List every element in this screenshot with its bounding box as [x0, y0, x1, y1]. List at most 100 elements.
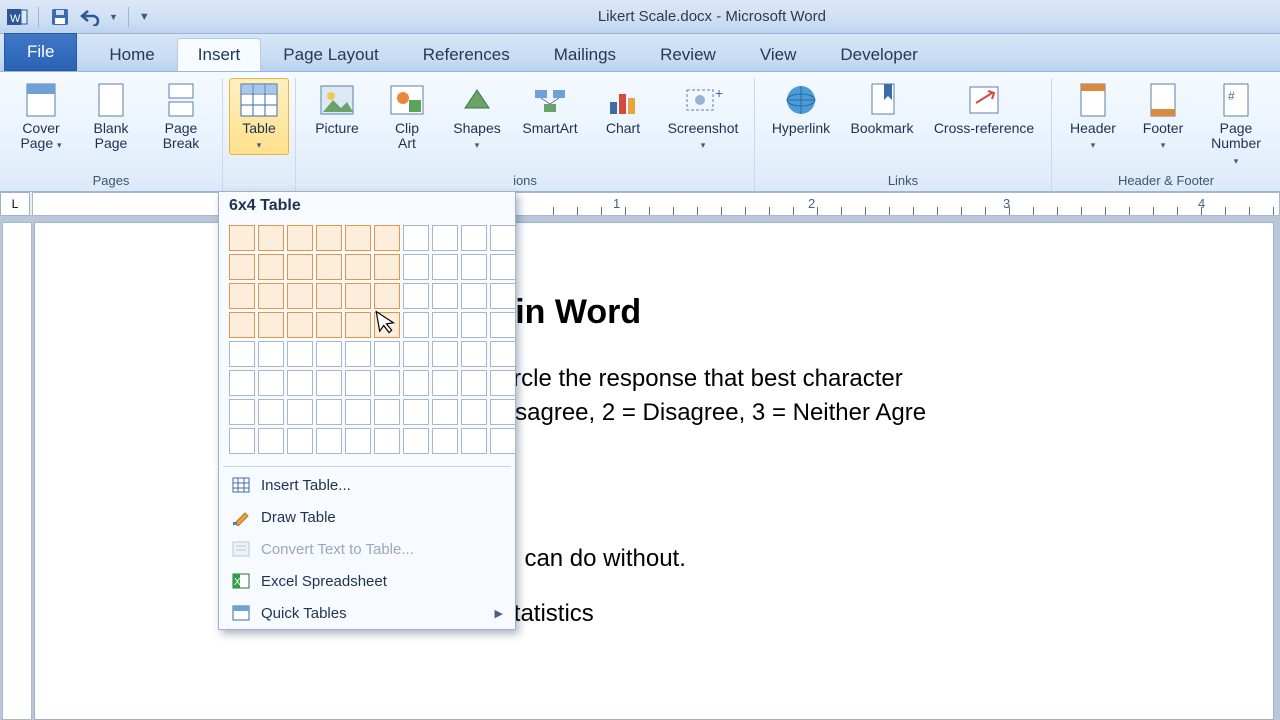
table-grid-cell[interactable]: [374, 341, 400, 367]
table-grid-cell[interactable]: [432, 399, 458, 425]
tab-page-layout[interactable]: Page Layout: [261, 39, 400, 71]
table-grid-cell[interactable]: [287, 370, 313, 396]
smartart-button[interactable]: SmartArt: [514, 78, 586, 139]
table-grid-cell[interactable]: [345, 370, 371, 396]
undo-caret-icon[interactable]: ▼: [109, 12, 118, 22]
table-grid-cell[interactable]: [258, 399, 284, 425]
table-grid-cell[interactable]: [461, 370, 487, 396]
table-grid-cell[interactable]: [345, 428, 371, 454]
table-grid-cell[interactable]: [432, 370, 458, 396]
table-grid-cell[interactable]: [403, 312, 429, 338]
table-grid-cell[interactable]: [316, 428, 342, 454]
insert-table-item[interactable]: Insert Table...: [219, 469, 515, 501]
table-grid-cell[interactable]: [345, 399, 371, 425]
table-grid-cell[interactable]: [316, 399, 342, 425]
table-grid-cell[interactable]: [490, 225, 516, 251]
tab-file[interactable]: File: [4, 33, 77, 71]
table-grid-cell[interactable]: [287, 399, 313, 425]
table-grid-cell[interactable]: [403, 428, 429, 454]
page-break-button[interactable]: Page Break: [148, 78, 214, 155]
picture-button[interactable]: Picture: [304, 78, 370, 139]
table-grid-cell[interactable]: [345, 312, 371, 338]
table-grid-cell[interactable]: [403, 225, 429, 251]
table-grid-cell[interactable]: [316, 254, 342, 280]
hyperlink-button[interactable]: Hyperlink: [763, 78, 839, 139]
draw-table-item[interactable]: Draw Table: [219, 501, 515, 533]
table-grid-cell[interactable]: [461, 399, 487, 425]
header-button[interactable]: Header▾: [1060, 78, 1126, 155]
table-grid-cell[interactable]: [229, 312, 255, 338]
table-grid-cell[interactable]: [258, 312, 284, 338]
table-grid-cell[interactable]: [229, 370, 255, 396]
table-grid-cell[interactable]: [374, 428, 400, 454]
table-grid-cell[interactable]: [316, 370, 342, 396]
bookmark-button[interactable]: Bookmark: [843, 78, 921, 139]
clipart-button[interactable]: Clip Art: [374, 78, 440, 155]
word-app-icon[interactable]: W: [6, 6, 28, 28]
table-grid-cell[interactable]: [461, 225, 487, 251]
table-grid-cell[interactable]: [316, 341, 342, 367]
table-grid-cell[interactable]: [287, 283, 313, 309]
blank-page-button[interactable]: Blank Page: [78, 78, 144, 155]
table-grid-cell[interactable]: [403, 341, 429, 367]
table-grid-cell[interactable]: [229, 254, 255, 280]
page-number-button[interactable]: #Page Number▾: [1200, 78, 1272, 170]
table-grid-cell[interactable]: [461, 312, 487, 338]
tab-references[interactable]: References: [401, 39, 532, 71]
tab-insert[interactable]: Insert: [177, 38, 262, 71]
table-grid-cell[interactable]: [258, 225, 284, 251]
table-grid-cell[interactable]: [461, 254, 487, 280]
table-grid-cell[interactable]: [258, 428, 284, 454]
table-grid-cell[interactable]: [403, 283, 429, 309]
table-grid-cell[interactable]: [374, 399, 400, 425]
table-grid-cell[interactable]: [490, 283, 516, 309]
table-grid-cell[interactable]: [432, 428, 458, 454]
table-grid-cell[interactable]: [229, 225, 255, 251]
table-grid-cell[interactable]: [345, 283, 371, 309]
table-grid-cell[interactable]: [345, 341, 371, 367]
shapes-button[interactable]: Shapes▾: [444, 78, 510, 155]
table-grid-cell[interactable]: [287, 254, 313, 280]
table-grid-cell[interactable]: [432, 225, 458, 251]
table-grid-cell[interactable]: [490, 399, 516, 425]
table-grid-cell[interactable]: [345, 254, 371, 280]
screenshot-button[interactable]: +Screenshot▾: [660, 78, 746, 155]
table-grid-cell[interactable]: [490, 341, 516, 367]
table-grid-cell[interactable]: [490, 370, 516, 396]
table-grid-cell[interactable]: [258, 254, 284, 280]
qat-customize-icon[interactable]: ▼: [139, 11, 150, 23]
tab-review[interactable]: Review: [638, 39, 738, 71]
table-grid-cell[interactable]: [461, 341, 487, 367]
save-icon[interactable]: [49, 6, 71, 28]
table-grid-cell[interactable]: [287, 428, 313, 454]
chart-button[interactable]: Chart: [590, 78, 656, 139]
table-grid-cell[interactable]: [316, 283, 342, 309]
table-grid-cell[interactable]: [374, 225, 400, 251]
table-grid-cell[interactable]: [229, 399, 255, 425]
table-grid-cell[interactable]: [229, 283, 255, 309]
quick-tables-item[interactable]: Quick Tables ▶: [219, 597, 515, 629]
excel-spreadsheet-item[interactable]: X Excel Spreadsheet: [219, 565, 515, 597]
table-grid-cell[interactable]: [258, 283, 284, 309]
tab-view[interactable]: View: [738, 39, 819, 71]
table-grid-cell[interactable]: [403, 254, 429, 280]
table-size-grid[interactable]: [219, 221, 515, 464]
table-grid-cell[interactable]: [287, 341, 313, 367]
table-grid-cell[interactable]: [316, 225, 342, 251]
table-grid-cell[interactable]: [432, 254, 458, 280]
table-grid-cell[interactable]: [490, 428, 516, 454]
table-grid-cell[interactable]: [287, 312, 313, 338]
table-grid-cell[interactable]: [374, 370, 400, 396]
table-grid-cell[interactable]: [287, 225, 313, 251]
table-grid-cell[interactable]: [490, 254, 516, 280]
table-grid-cell[interactable]: [316, 312, 342, 338]
horizontal-ruler[interactable]: L 1 2 3 4: [0, 192, 1280, 216]
table-grid-cell[interactable]: [403, 370, 429, 396]
table-grid-cell[interactable]: [229, 428, 255, 454]
table-grid-cell[interactable]: [432, 341, 458, 367]
table-grid-cell[interactable]: [461, 428, 487, 454]
table-grid-cell[interactable]: [229, 341, 255, 367]
table-grid-cell[interactable]: [374, 254, 400, 280]
undo-icon[interactable]: [79, 6, 101, 28]
table-grid-cell[interactable]: [403, 399, 429, 425]
